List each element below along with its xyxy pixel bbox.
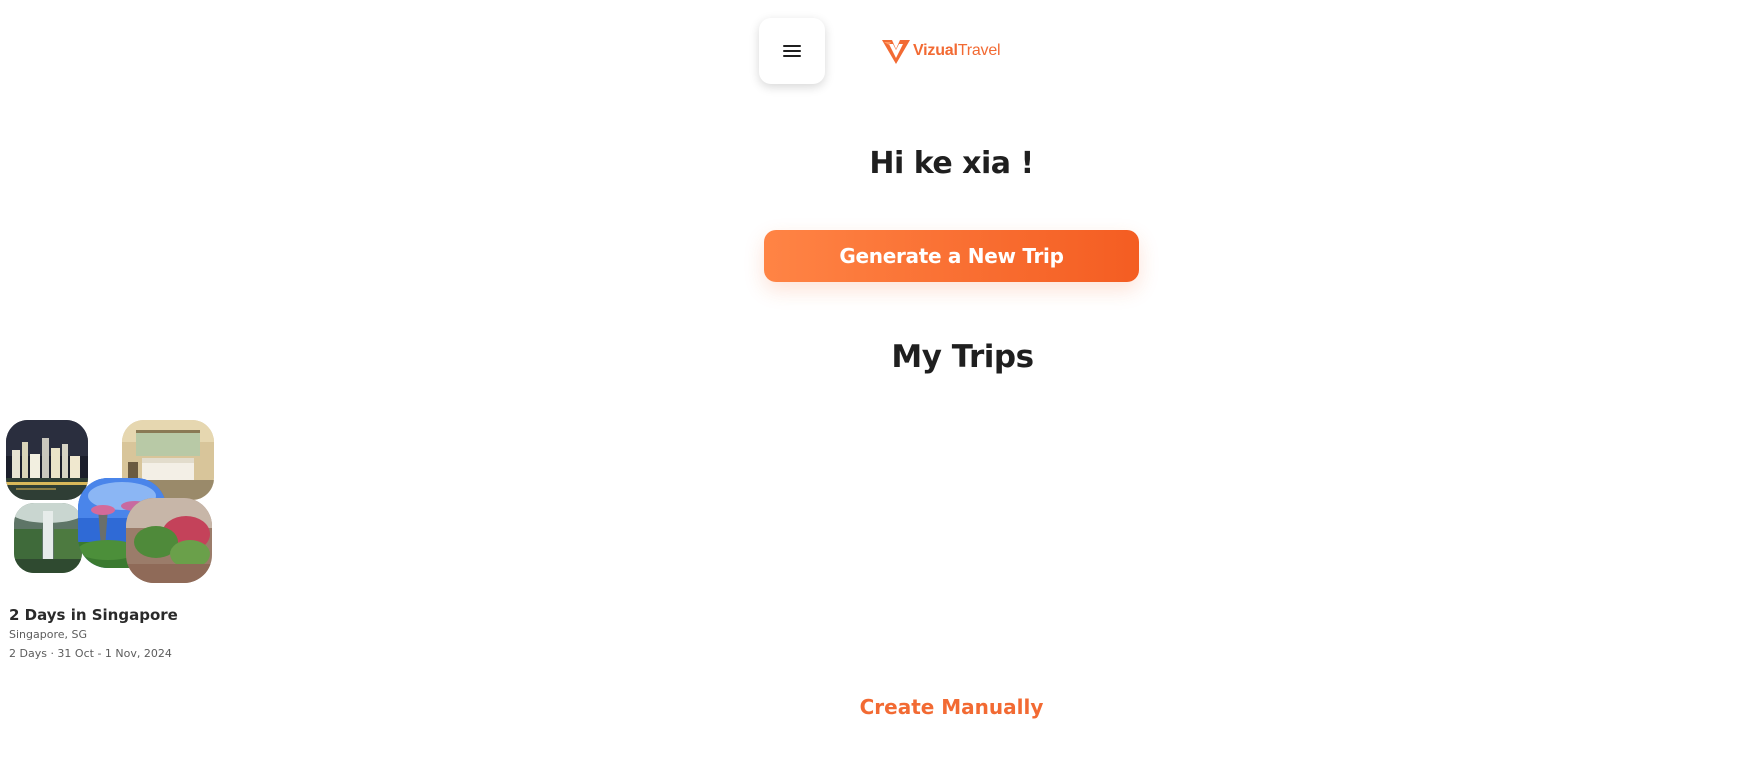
trip-card[interactable]: 2 Days in Singapore Singapore, SG 2 Days…	[6, 420, 216, 665]
greeting-heading: Hi ke xia !	[869, 146, 1034, 181]
trip-photo-skyline	[6, 420, 88, 500]
create-manually-link[interactable]: Create Manually	[860, 695, 1044, 719]
hamburger-menu-icon	[783, 45, 801, 57]
menu-button[interactable]	[759, 18, 825, 84]
logo-text: VizualTravel	[913, 42, 1001, 59]
create-manually-row: Create Manually	[0, 695, 1744, 719]
vizual-travel-logo[interactable]: VizualTravel	[881, 36, 1001, 66]
trip-title: 2 Days in Singapore	[9, 606, 178, 624]
trip-photo-waterfall	[14, 503, 82, 573]
home-page: VizualTravel Hi ke xia ! Generate a New …	[0, 0, 1744, 774]
trip-photo-collage	[6, 420, 216, 585]
logo-v-icon	[882, 40, 910, 64]
trip-photo-gardens	[126, 498, 212, 583]
generate-new-trip-button[interactable]: Generate a New Trip	[764, 230, 1139, 282]
generate-new-trip-label: Generate a New Trip	[839, 244, 1064, 268]
trip-location: Singapore, SG	[9, 628, 87, 641]
trip-dates: 2 Days · 31 Oct - 1 Nov, 2024	[9, 647, 172, 660]
my-trips-heading: My Trips	[891, 339, 1034, 375]
